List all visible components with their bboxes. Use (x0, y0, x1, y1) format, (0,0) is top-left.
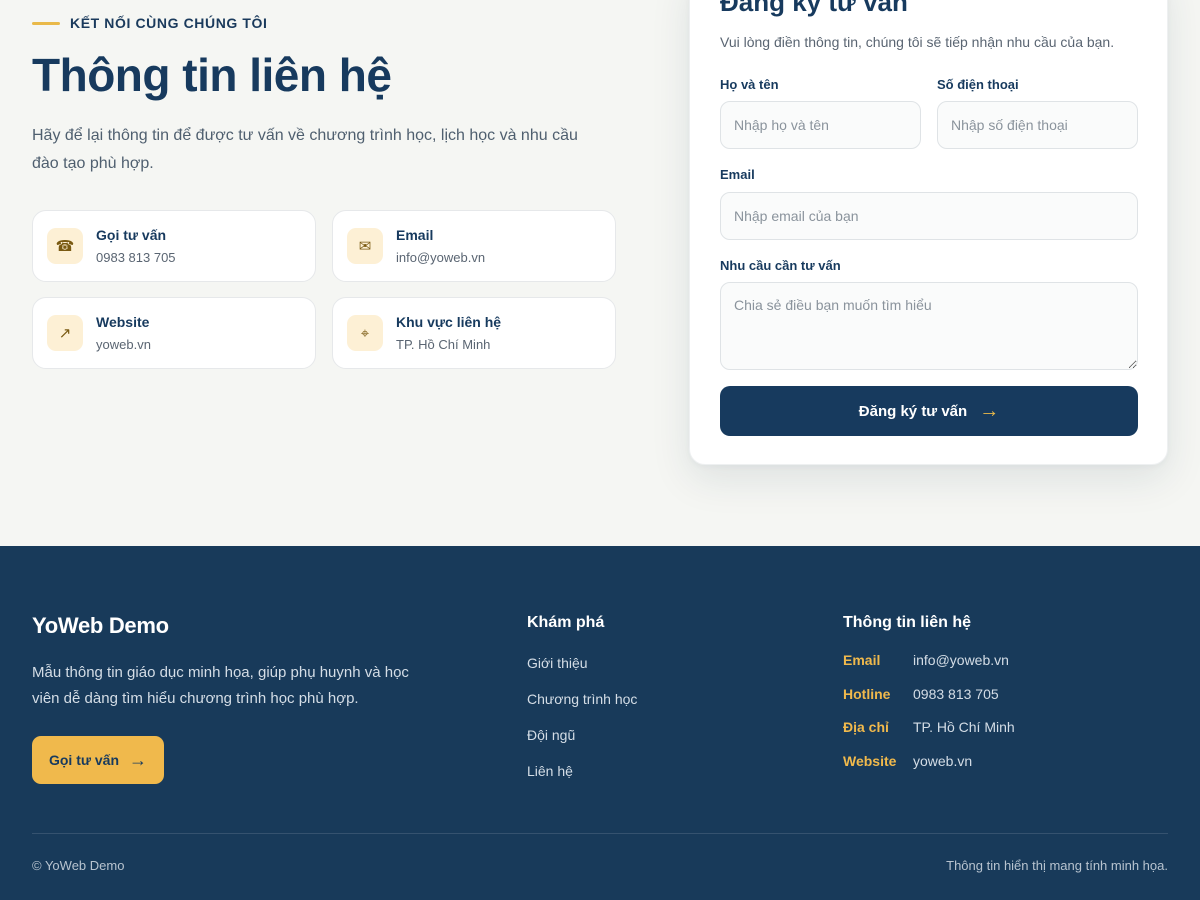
disclaimer: Thông tin hiển thị mang tính minh họa. (946, 858, 1168, 873)
footer-brand: YoWeb Demo (32, 613, 169, 638)
contact-card-email[interactable]: ✉ Email info@yoweb.vn (332, 210, 616, 282)
card-title: Website (96, 314, 150, 330)
external-link-icon: ↗ (47, 315, 83, 351)
form-title: Đăng ký tư vấn (720, 0, 908, 17)
mail-icon: ✉ (347, 228, 383, 264)
contact-key: Hotline (843, 685, 891, 702)
contact-value: 0983 813 705 (913, 685, 999, 702)
need-textarea[interactable] (720, 282, 1138, 370)
card-value: info@yoweb.vn (396, 250, 486, 265)
phone-input[interactable] (937, 101, 1138, 149)
submit-label: Đăng ký tư vấn (858, 402, 968, 420)
contact-key: Email (843, 652, 881, 668)
call-consult-button[interactable]: Gọi tư vấn → (32, 736, 164, 784)
card-value: 0983 813 705 (96, 250, 176, 265)
card-title: Gọi tư vấn (96, 227, 167, 243)
card-title: Email (396, 227, 434, 243)
eyebrow-line (32, 21, 60, 25)
footer-link-contact[interactable]: Liên hệ (527, 761, 637, 797)
contact-row-address: Địa chỉ TP. Hồ Chí Minh (843, 719, 1015, 753)
footer-link-about[interactable]: Giới thiệu (527, 653, 637, 689)
need-label: Nhu cầu cần tư vấn (720, 258, 841, 273)
location-icon: ⌖ (347, 315, 383, 351)
contact-value: TP. Hồ Chí Minh (913, 719, 1015, 736)
contact-cards: ☎ Gọi tư vấn 0983 813 705 ✉ Email info@y… (32, 210, 616, 369)
eyebrow-text: KẾT NỐI CÙNG CHÚNG TÔI (70, 15, 268, 31)
footer-description: Mẫu thông tin giáo dục minh họa, giúp ph… (32, 664, 409, 707)
contact-info-title: Thông tin liên hệ (843, 614, 971, 631)
intro-text: Hãy để lại thông tin để được tư vấn về c… (32, 127, 578, 172)
contact-card-website[interactable]: ↗ Website yoweb.vn (32, 297, 316, 369)
email-input[interactable] (720, 192, 1138, 240)
submit-button[interactable]: Đăng ký tư vấn → (720, 386, 1138, 436)
name-input[interactable] (720, 101, 921, 149)
footer-link-team[interactable]: Đội ngũ (527, 725, 637, 761)
contact-section: KẾT NỐI CÙNG CHÚNG TÔI Thông tin liên hệ… (0, 0, 1200, 546)
copyright: © YoWeb Demo (32, 858, 125, 873)
contact-card-area[interactable]: ⌖ Khu vực liên hệ TP. Hồ Chí Minh (332, 297, 616, 369)
contact-value: yoweb.vn (913, 752, 973, 769)
page-title: Thông tin liên hệ (32, 49, 392, 101)
cta-label: Gọi tư vấn (48, 752, 120, 768)
explore-links: Giới thiệu Chương trình học Đội ngũ Liên… (527, 653, 637, 797)
arrow-right-icon: → (129, 750, 148, 770)
phone-icon: ☎ (47, 228, 83, 264)
form-subtitle: Vui lòng điền thông tin, chúng tôi sẽ ti… (720, 34, 1115, 50)
contact-row-hotline: Hotline 0983 813 705 (843, 686, 1015, 720)
contact-value: info@yoweb.vn (913, 652, 1009, 668)
card-title: Khu vực liên hệ (396, 314, 502, 330)
phone-label: Số điện thoại (937, 77, 1019, 92)
card-value: TP. Hồ Chí Minh (396, 337, 491, 352)
consultation-form: Đăng ký tư vấn Vui lòng điền thông tin, … (689, 0, 1168, 465)
contact-card-phone[interactable]: ☎ Gọi tư vấn 0983 813 705 (32, 210, 316, 282)
footer: YoWeb Demo Mẫu thông tin giáo dục minh h… (0, 546, 1200, 900)
contact-row-website: Website yoweb.vn (843, 753, 1015, 787)
footer-divider (32, 833, 1168, 834)
card-value: yoweb.vn (96, 337, 151, 352)
eyebrow: KẾT NỐI CÙNG CHÚNG TÔI (32, 15, 268, 31)
explore-title: Khám phá (527, 614, 605, 631)
footer-link-programs[interactable]: Chương trình học (527, 689, 637, 725)
contact-key: Website (843, 752, 897, 769)
name-label: Họ và tên (720, 77, 779, 92)
contact-row-email: Email info@yoweb.vn (843, 652, 1015, 686)
footer-contact-list: Email info@yoweb.vn Hotline 0983 813 705… (843, 652, 1015, 786)
arrow-right-icon: → (979, 400, 1000, 422)
email-label: Email (720, 167, 755, 182)
contact-key: Địa chỉ (843, 719, 889, 736)
